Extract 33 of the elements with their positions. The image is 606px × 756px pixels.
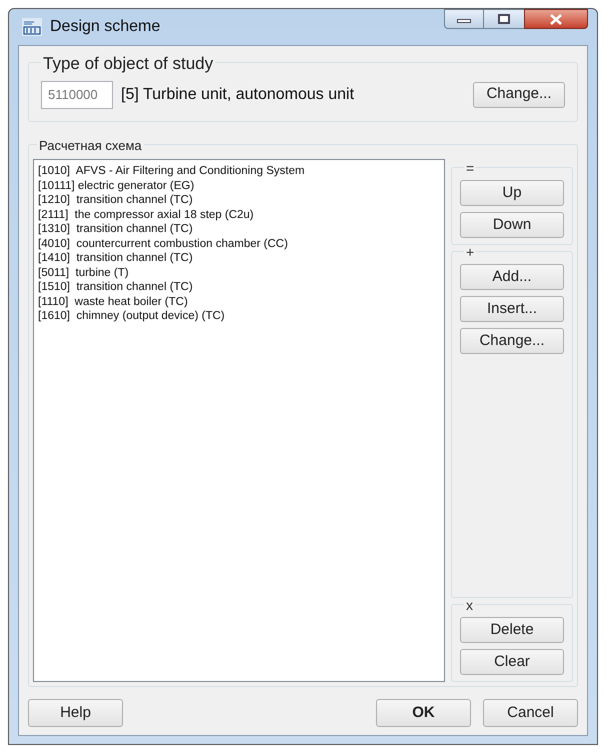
dialog-button[interactable]: Clear — [460, 649, 564, 675]
dialog-button[interactable]: Down — [460, 212, 564, 238]
dialog-button[interactable]: OK — [376, 699, 471, 727]
dialog-button[interactable]: Change... — [473, 82, 565, 108]
list-item[interactable]: [1510] transition channel (TC) — [38, 280, 440, 294]
maximize-button[interactable] — [484, 9, 524, 29]
dialog-button[interactable]: Up — [460, 180, 564, 206]
close-icon — [550, 14, 562, 24]
list-item[interactable]: [1210] transition channel (TC) — [38, 193, 440, 208]
list-item[interactable]: [10111] electric generator (EG) — [38, 178, 440, 193]
dialog-button[interactable]: Change... — [460, 328, 564, 354]
minimize-button[interactable] — [444, 9, 484, 29]
minimize-icon — [457, 19, 471, 23]
list-item[interactable]: [1110] waste heat boiler (TC) — [38, 294, 440, 309]
list-item[interactable]: [1610] chimney (output device) (TC) — [38, 309, 440, 324]
list-item[interactable]: [5011] turbine (T) — [38, 266, 440, 280]
list-item[interactable]: [1410] transition channel (TC) — [38, 251, 440, 266]
dialog-button[interactable]: Help — [28, 699, 123, 727]
dialog-button[interactable]: Delete — [460, 617, 564, 643]
maximize-icon — [498, 14, 510, 24]
dialog-button[interactable]: Insert... — [460, 296, 564, 322]
window-title: Design scheme — [50, 17, 160, 37]
close-button[interactable] — [524, 9, 588, 29]
list-item[interactable]: [1010] AFVS - Air Filtering and Conditioning System — [38, 164, 440, 178]
app-logo-icon — [22, 18, 42, 36]
list-item[interactable]: [1310] transition channel (TC) — [38, 222, 440, 236]
dialog-button[interactable]: Add... — [460, 264, 564, 290]
dialog-button[interactable]: Cancel — [483, 699, 578, 727]
object-type-text: [5] Turbine unit, autonomous unit — [121, 84, 354, 104]
group-label: + — [464, 246, 476, 258]
code-field[interactable]: 5110000 — [41, 80, 113, 108]
list-item[interactable]: [2111] the compressor axial 18 step (C2u) — [38, 208, 440, 222]
list-item[interactable]: [4010] countercurrent combustion chamber (CC) — [38, 236, 440, 251]
